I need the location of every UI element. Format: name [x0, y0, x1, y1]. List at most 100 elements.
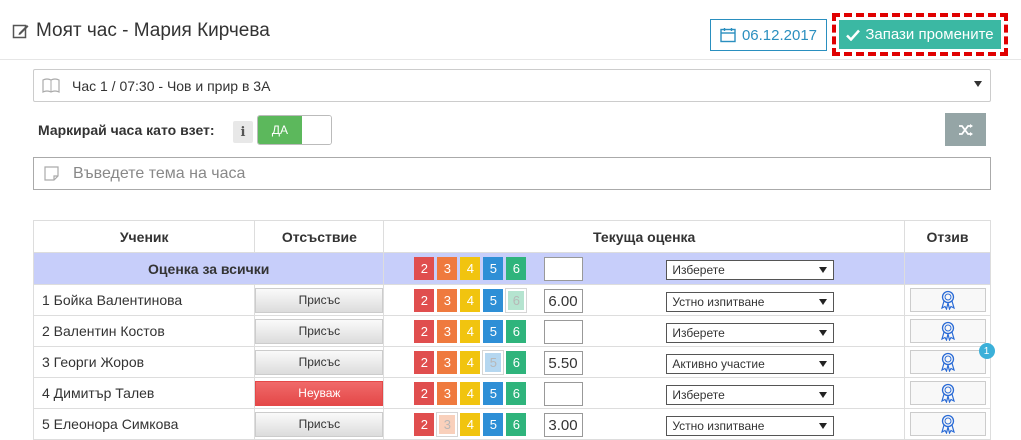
grade-input[interactable] — [544, 320, 584, 344]
grade-type-select[interactable]: Устно изпитване — [666, 416, 835, 436]
save-label: Запази промените — [865, 26, 994, 43]
shuffle-icon — [958, 123, 973, 136]
grade-button-5[interactable]: 5 — [483, 289, 504, 312]
absence-button[interactable]: Присъс — [255, 349, 384, 375]
topic-input[interactable] — [71, 163, 951, 184]
absence-button[interactable]: Присъс — [255, 411, 384, 437]
grade-input[interactable] — [544, 382, 584, 406]
feedback-cell — [904, 377, 991, 409]
table-header-row: Ученик Отсъствие Текуща оценка Отзив — [32, 220, 991, 253]
lesson-selected: Час 1 / 07:30 - Чов и прир в 3А — [72, 77, 271, 94]
grade-all-type-select[interactable]: Изберете — [666, 260, 835, 280]
grade-button-5[interactable]: 5 — [483, 382, 504, 405]
caret-down-icon — [819, 267, 828, 273]
grade-cell: 23456 3.00 Устно изпитване — [383, 408, 906, 440]
grade-type-select[interactable]: Изберете — [666, 323, 835, 343]
feedback-button[interactable] — [909, 319, 986, 343]
calendar-icon — [720, 28, 736, 43]
save-changes-button[interactable]: Запази промените — [839, 20, 1001, 49]
grade-type-select[interactable]: Устно изпитване — [666, 292, 835, 312]
type-selected: Активно участие — [672, 357, 765, 371]
page-title: Моят час - Мария Кирчева — [12, 20, 270, 42]
absence-button[interactable]: Неуваж — [255, 380, 384, 406]
grade-cell: 23456 Изберете — [383, 377, 906, 409]
grade-button-6[interactable]: 6 — [506, 351, 527, 374]
header: Моят час - Мария Кирчева 06.12.2017 Запа… — [0, 0, 1021, 60]
student-name: 4 Димитър Талев — [32, 377, 256, 409]
grade-button-5[interactable]: 5 — [483, 413, 504, 436]
toggle-on-label: ДА — [258, 116, 302, 144]
grade-button-2[interactable]: 2 — [414, 382, 435, 405]
grade-button-2[interactable]: 2 — [414, 413, 435, 436]
grade-button-4[interactable]: 4 — [460, 351, 481, 374]
absence-button[interactable]: Присъс — [255, 318, 384, 344]
grade-button-6[interactable]: 6 — [506, 413, 527, 436]
grade-button-4[interactable]: 4 — [460, 382, 481, 405]
grade-button-5[interactable]: 5 — [483, 320, 504, 343]
header-absence: Отсъствие — [254, 220, 385, 253]
absence-cell: Присъс — [254, 346, 385, 378]
topic-field[interactable] — [33, 157, 991, 190]
absence-cell: Присъс — [254, 284, 385, 316]
info-icon[interactable]: i — [233, 121, 253, 143]
grade-button-6[interactable]: 6 — [506, 257, 527, 280]
feedback-button[interactable] — [909, 288, 986, 312]
grade-input[interactable]: 6.00 — [544, 289, 584, 313]
type-selected: Изберете — [672, 388, 725, 402]
table-row: 5 Елеонора Симкова Присъс 23456 3.00 Уст… — [32, 408, 991, 440]
grade-button-4[interactable]: 4 — [460, 257, 481, 280]
award-icon — [940, 383, 955, 403]
date-picker-button[interactable]: 06.12.2017 — [710, 19, 827, 51]
grade-button-6[interactable]: 6 — [505, 288, 528, 313]
caret-down-icon — [819, 299, 828, 305]
feedback-cell — [904, 315, 991, 347]
absence-cell: Присъс — [254, 408, 385, 440]
grade-button-6[interactable]: 6 — [506, 382, 527, 405]
absence-cell: Неуваж — [254, 377, 385, 409]
feedback-cell — [904, 408, 991, 440]
grade-type-select[interactable]: Изберете — [666, 385, 835, 405]
grade-buttons: 23456 — [414, 350, 527, 375]
grade-button-2[interactable]: 2 — [414, 351, 435, 374]
feedback-button[interactable]: 1 — [909, 343, 995, 374]
chevron-down-icon — [974, 81, 982, 87]
grade-button-4[interactable]: 4 — [460, 413, 481, 436]
feedback-cell: 1 — [904, 343, 995, 378]
grade-input[interactable]: 5.50 — [544, 351, 584, 375]
grade-button-3[interactable]: 3 — [436, 412, 459, 437]
grade-type-select[interactable]: Активно участие — [666, 354, 835, 374]
toggle-knob — [302, 116, 331, 144]
grade-cell: 23456 Изберете — [383, 315, 906, 347]
grade-button-2[interactable]: 2 — [414, 320, 435, 343]
grade-button-5[interactable]: 5 — [483, 257, 504, 280]
grade-button-3[interactable]: 3 — [437, 382, 458, 405]
feedback-button[interactable] — [909, 412, 986, 436]
type-selected: Устно изпитване — [672, 295, 765, 309]
mark-taken-toggle[interactable]: ДА — [257, 115, 332, 145]
grade-button-3[interactable]: 3 — [437, 289, 458, 312]
grade-buttons: 2 3 4 5 6 — [414, 257, 527, 280]
grade-button-2[interactable]: 2 — [414, 289, 435, 312]
grade-button-2[interactable]: 2 — [414, 257, 435, 280]
grade-input[interactable]: 3.00 — [544, 413, 584, 437]
award-icon — [940, 321, 955, 341]
grade-button-6[interactable]: 6 — [506, 320, 527, 343]
grade-button-4[interactable]: 4 — [460, 320, 481, 343]
grade-button-5[interactable]: 5 — [482, 350, 505, 375]
absence-cell: Присъс — [254, 315, 385, 347]
award-icon — [940, 352, 955, 372]
grade-all-row: Оценка за всички 2 3 4 5 6 Изберете — [32, 252, 991, 285]
grade-cell: 23456 5.50 Активно участие — [383, 346, 906, 378]
student-name: 2 Валентин Костов — [32, 315, 256, 347]
grade-button-3[interactable]: 3 — [437, 257, 458, 280]
lesson-select[interactable]: Час 1 / 07:30 - Чов и прир в 3А — [33, 69, 991, 102]
absence-button[interactable]: Присъс — [255, 287, 384, 313]
grade-all-input[interactable] — [544, 257, 584, 281]
caret-down-icon — [819, 361, 828, 367]
feedback-button[interactable] — [909, 381, 986, 405]
header-current-grade: Текуща оценка — [383, 220, 906, 253]
grade-button-3[interactable]: 3 — [437, 320, 458, 343]
shuffle-button[interactable] — [945, 113, 986, 146]
grade-button-3[interactable]: 3 — [437, 351, 458, 374]
grade-button-4[interactable]: 4 — [460, 289, 481, 312]
